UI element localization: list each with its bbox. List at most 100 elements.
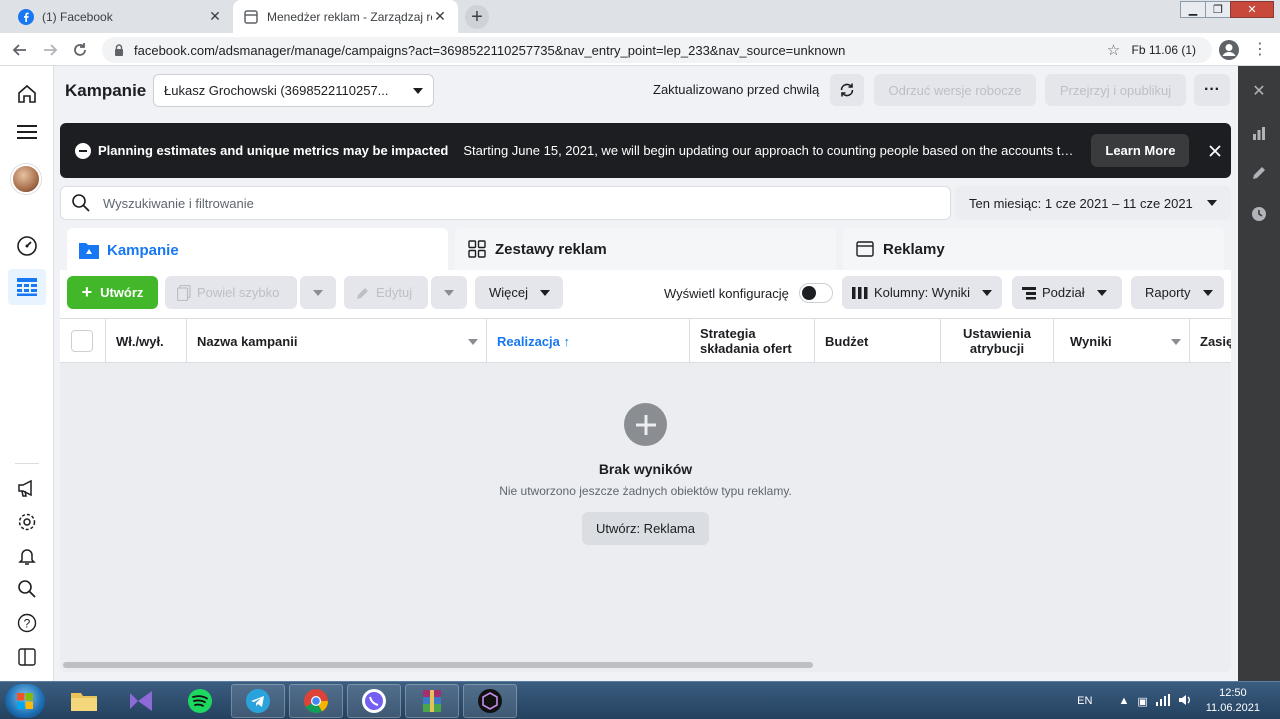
telegram-icon[interactable] (231, 684, 285, 718)
duplicate-label: Powiel szybko (197, 285, 280, 300)
duplicate-button[interactable]: Powiel szybko (165, 276, 297, 309)
visual-studio-icon[interactable] (115, 684, 169, 718)
notice-banner: Planning estimates and unique metrics ma… (60, 123, 1231, 178)
bell-icon[interactable] (13, 542, 41, 570)
sidebar-toggle-icon[interactable] (13, 643, 41, 671)
page-header: Kampanie Łukasz Grochowski (369852211025… (54, 66, 1238, 118)
tab-close-icon[interactable]: ✕ (432, 8, 448, 25)
speaker-icon[interactable] (1178, 694, 1192, 709)
system-clock[interactable]: 12:50 11.06.2021 (1206, 686, 1260, 716)
refresh-button[interactable] (830, 74, 864, 106)
date-range-text: Ten miesiąc: 1 cze 2021 – 11 cze 2021 (969, 195, 1193, 211)
banner-title: Planning estimates and unique metrics ma… (98, 143, 449, 158)
breakdown-button[interactable]: Podział (1012, 276, 1122, 309)
spotify-icon[interactable] (173, 684, 227, 718)
campaigns-table-icon[interactable] (8, 269, 46, 305)
column-header-reach[interactable]: Zasię (1190, 319, 1231, 363)
tab-title: (1) Facebook (42, 9, 113, 24)
discard-drafts-button[interactable]: Odrzuć wersje robocze (874, 74, 1036, 106)
maximize-icon[interactable]: ❐ (1205, 1, 1231, 18)
pencil-icon[interactable] (1249, 163, 1269, 183)
column-header-delivery[interactable]: Realizacja ↑ (487, 319, 690, 363)
account-selector[interactable]: Łukasz Grochowski (3698522110257... (153, 74, 434, 107)
profile-icon[interactable] (1218, 39, 1240, 61)
speedometer-icon[interactable] (13, 232, 41, 260)
winrar-icon[interactable] (405, 684, 459, 718)
gear-icon[interactable] (13, 508, 41, 536)
columns-button[interactable]: Kolumny: Wyniki (842, 276, 1002, 309)
minus-circle-icon (75, 142, 91, 159)
search-icon[interactable] (13, 575, 41, 603)
select-all-checkbox[interactable] (71, 330, 93, 352)
windows-start-icon[interactable] (5, 684, 45, 718)
more-label: Więcej (489, 285, 529, 300)
columns-label: Kolumny: Wyniki (874, 285, 970, 300)
column-header-results[interactable]: Wyniki (1054, 319, 1190, 363)
forward-arrow-icon[interactable] (38, 38, 62, 62)
signal-bars-icon[interactable] (1155, 693, 1170, 709)
more-options-button[interactable]: ··· (1194, 74, 1230, 106)
search-input[interactable] (103, 195, 903, 211)
bar-chart-icon[interactable] (1249, 123, 1269, 143)
reports-button[interactable]: Raporty (1131, 276, 1224, 309)
megaphone-icon[interactable] (13, 474, 41, 502)
lock-icon (115, 44, 123, 56)
bookmark-label[interactable]: Fb 11.06 (1) (1132, 43, 1196, 57)
date-range-picker[interactable]: Ten miesiąc: 1 cze 2021 – 11 cze 2021 (955, 186, 1231, 220)
learn-more-button[interactable]: Learn More (1091, 134, 1190, 167)
column-header-bid-strategy[interactable]: Strategia składania ofert (690, 319, 815, 363)
more-button[interactable]: Więcej (475, 276, 563, 309)
tab-close-icon[interactable]: ✕ (207, 8, 223, 25)
review-publish-button[interactable]: Przejrzyj i opublikuj (1045, 74, 1186, 106)
tray-expand-icon[interactable]: ▲ (1118, 695, 1129, 707)
svg-text:?: ? (24, 617, 31, 631)
viber-icon[interactable] (347, 684, 401, 718)
breakdown-label: Podział (1042, 285, 1085, 300)
page-title: Kampanie (65, 81, 147, 100)
chrome-icon[interactable] (289, 684, 343, 718)
column-header-onoff[interactable]: Wł./wył. (106, 319, 187, 363)
clock-time: 12:50 (1219, 687, 1247, 699)
help-icon[interactable]: ? (13, 609, 41, 637)
create-button[interactable]: + Utwórz (67, 276, 158, 309)
browser-menu-icon[interactable]: ⋮ (1252, 39, 1268, 61)
menu-icon[interactable] (13, 118, 41, 146)
minimize-icon[interactable]: ▁ (1180, 1, 1206, 18)
ads-manager-icon (243, 9, 259, 25)
edit-button[interactable]: Edytuj (344, 276, 428, 309)
browser-tab-ads-manager[interactable]: Menedżer reklam - Zarządzaj rek ✕ (233, 0, 458, 33)
window-close-icon[interactable]: ✕ (1230, 1, 1274, 18)
avatar[interactable] (11, 164, 41, 194)
app-hexagon-icon[interactable] (463, 684, 517, 718)
chevron-down-icon (981, 289, 992, 296)
reload-icon[interactable] (68, 38, 92, 62)
close-icon[interactable] (1207, 143, 1223, 159)
star-icon[interactable]: ☆ (1104, 41, 1124, 59)
home-icon[interactable] (13, 80, 41, 108)
tab-campaigns[interactable]: Kampanie (67, 228, 448, 272)
back-arrow-icon[interactable] (8, 38, 32, 62)
address-bar[interactable]: facebook.com/adsmanager/manage/campaigns… (102, 37, 1212, 63)
language-indicator[interactable]: EN (1077, 695, 1092, 707)
column-header-campaign-name[interactable]: Nazwa kampanii (187, 319, 487, 363)
file-explorer-icon[interactable] (57, 684, 111, 718)
create-ad-button[interactable]: Utwórz: Reklama (582, 512, 709, 545)
tab-ads[interactable]: Reklamy (843, 228, 1224, 270)
clock-icon[interactable] (1249, 204, 1269, 224)
column-header-budget[interactable]: Budżet (815, 319, 941, 363)
new-tab-plus-icon[interactable]: + (465, 5, 489, 29)
empty-subtitle: Nie utworzono jeszcze żadnych obiektów t… (499, 484, 792, 498)
horizontal-scrollbar[interactable] (63, 662, 813, 668)
search-filter-box[interactable] (60, 186, 951, 220)
show-config-toggle[interactable] (799, 283, 833, 303)
campaigns-panel: + Utwórz Powiel szybko Edytuj Więcej Wyś… (60, 270, 1231, 672)
close-icon[interactable]: ✕ (1249, 81, 1269, 101)
browser-tab-facebook[interactable]: (1) Facebook ✕ (8, 0, 233, 33)
edit-dropdown-button[interactable] (431, 276, 467, 309)
tray-device-icon[interactable]: ▣ (1137, 695, 1147, 708)
reports-label: Raporty (1145, 285, 1191, 300)
tab-ad-sets[interactable]: Zestawy reklam (455, 228, 836, 270)
chevron-down-icon (1096, 289, 1107, 296)
duplicate-dropdown-button[interactable] (300, 276, 336, 309)
column-header-attribution[interactable]: Ustawienia atrybucji (941, 319, 1054, 363)
